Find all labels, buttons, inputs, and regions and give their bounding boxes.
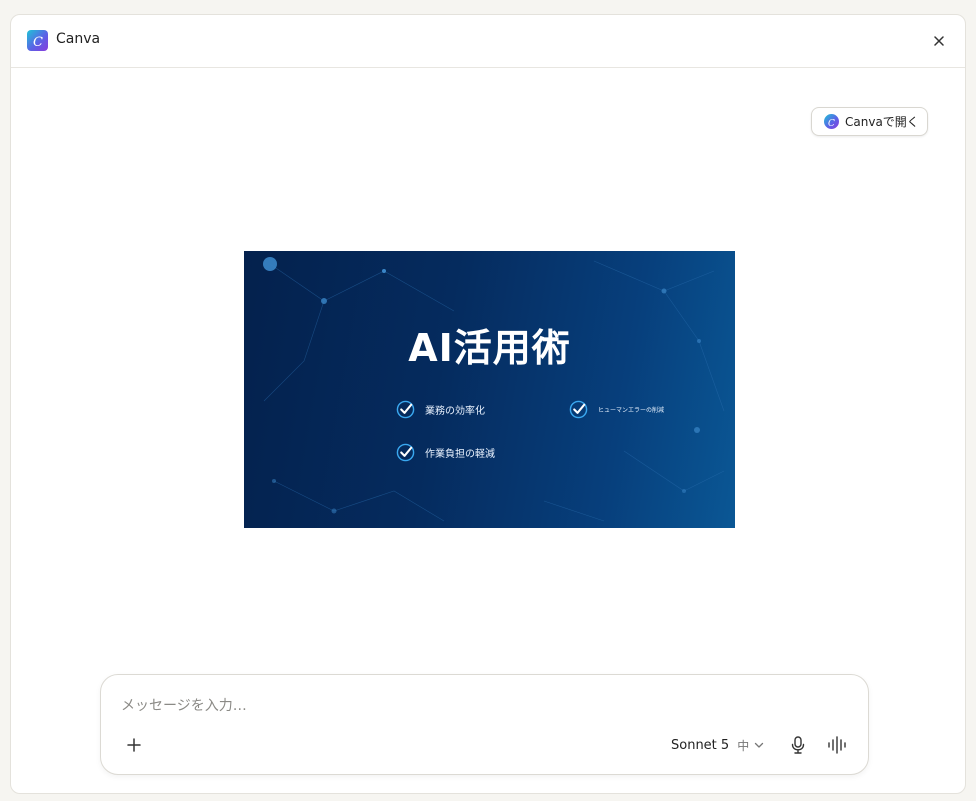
network-background — [263, 257, 725, 522]
chevron-down-icon — [755, 742, 764, 748]
open-in-canva-label: Canvaで開く — [845, 115, 919, 129]
slide-item: ヒューマンエラーの削減 — [569, 400, 664, 419]
svg-text:C: C — [828, 119, 835, 127]
message-composer: Sonnet 5 中 — [100, 674, 869, 775]
model-name: Sonnet 5 — [671, 737, 730, 753]
message-input[interactable] — [121, 695, 721, 717]
open-in-canva-button[interactable]: C Canvaで開く — [811, 107, 928, 136]
close-button[interactable] — [929, 31, 949, 51]
plus-icon — [127, 738, 141, 752]
slide-item-label: ヒューマンエラーの削減 — [598, 407, 665, 414]
slide-item: 業務の効率化 — [396, 400, 485, 419]
microphone-icon — [791, 736, 805, 754]
slide-item-label: 作業負担の軽減 — [425, 449, 495, 460]
svg-text:C: C — [33, 35, 43, 48]
slide-item: 作業負担の軽減 — [396, 443, 495, 462]
panel-title: Canva — [56, 31, 101, 47]
voice-mode-button[interactable] — [826, 733, 850, 757]
add-attachment-button[interactable] — [123, 734, 145, 756]
slide-preview[interactable]: AI活用術 業務の効率化 ヒューマンエラーの削減 作業負担の軽減 — [244, 251, 735, 528]
microphone-button[interactable] — [787, 733, 809, 757]
canva-panel: C Canva C Canvaで開く AI活用術 業務の効率化 ヒューマンエラー… — [10, 14, 966, 794]
close-icon — [934, 36, 944, 46]
checkmark-icon — [396, 400, 415, 419]
canva-logo-icon: C — [824, 114, 839, 129]
checkmark-icon — [569, 400, 588, 419]
slide-title: AI活用術 — [408, 326, 571, 370]
canva-logo-icon: C — [27, 30, 48, 51]
model-level: 中 — [737, 738, 750, 753]
voice-waveform-icon — [828, 736, 846, 754]
model-selector[interactable]: Sonnet 5 中 — [671, 735, 765, 755]
slide-item-label: 業務の効率化 — [425, 406, 485, 417]
panel-header: C Canva — [11, 15, 965, 68]
checkmark-icon — [396, 443, 415, 462]
